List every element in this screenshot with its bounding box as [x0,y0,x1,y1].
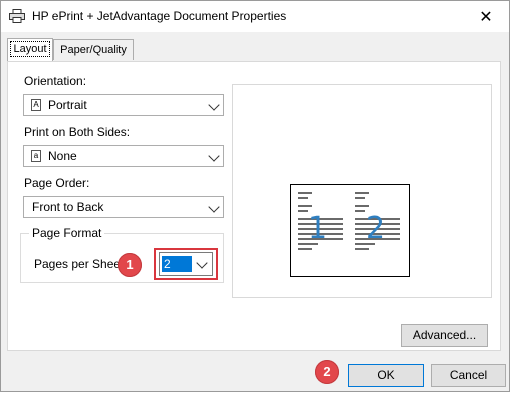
print-both-sides-label: Print on Both Sides: [24,125,131,139]
preview-text-line [355,248,369,250]
orientation-label: Orientation: [24,74,87,88]
portrait-icon: A [31,99,41,111]
page-order-dropdown[interactable]: Front to Back [23,196,224,218]
preview-page: 1 2 [290,184,410,277]
ok-button[interactable]: OK [348,364,424,387]
simplex-icon: a [31,150,41,162]
preview-text-line [298,210,308,212]
tab-paper-quality-label: Paper/Quality [60,44,127,56]
chevron-down-icon [208,201,220,213]
orientation-value: Portrait [48,98,87,112]
preview-text-line [298,197,308,199]
print-both-sides-value: None [48,149,77,163]
printer-icon [9,9,25,23]
preview-text-line [355,210,365,212]
page-order-label: Page Order: [24,176,90,190]
window-title: HP ePrint + JetAdvantage Document Proper… [32,9,287,23]
preview-page-number-2: 2 [366,211,386,246]
dialog-window: HP ePrint + JetAdvantage Document Proper… [0,0,510,392]
preview-text-line [355,197,365,199]
annotation-badge-2: 2 [315,360,339,384]
annotation-badge-1: 1 [118,253,142,277]
tab-paper-quality[interactable]: Paper/Quality [53,39,134,60]
title-bar: HP ePrint + JetAdvantage Document Proper… [1,1,509,32]
preview-text-line [355,192,369,194]
close-button[interactable]: ✕ [463,1,509,32]
preview-text-line [355,205,369,207]
preview-text-line [298,205,312,207]
orientation-dropdown[interactable]: A Portrait [23,94,224,116]
page-order-value: Front to Back [32,200,104,214]
page-format-title: Page Format [29,226,105,240]
preview-page-number-1: 1 [308,211,328,246]
cancel-button[interactable]: Cancel [431,364,506,387]
chevron-down-icon [208,99,220,111]
tab-layout[interactable]: Layout [7,38,53,61]
close-icon: ✕ [479,8,493,26]
annotation-highlight-box [154,248,218,280]
pages-per-sheet-label: Pages per Sheet [34,257,124,271]
chevron-down-icon [208,150,220,162]
print-both-sides-dropdown[interactable]: a None [23,145,224,167]
preview-text-line [298,248,312,250]
preview-text-line [298,192,312,194]
advanced-button[interactable]: Advanced... [401,324,488,347]
tab-layout-label: Layout [10,41,50,57]
